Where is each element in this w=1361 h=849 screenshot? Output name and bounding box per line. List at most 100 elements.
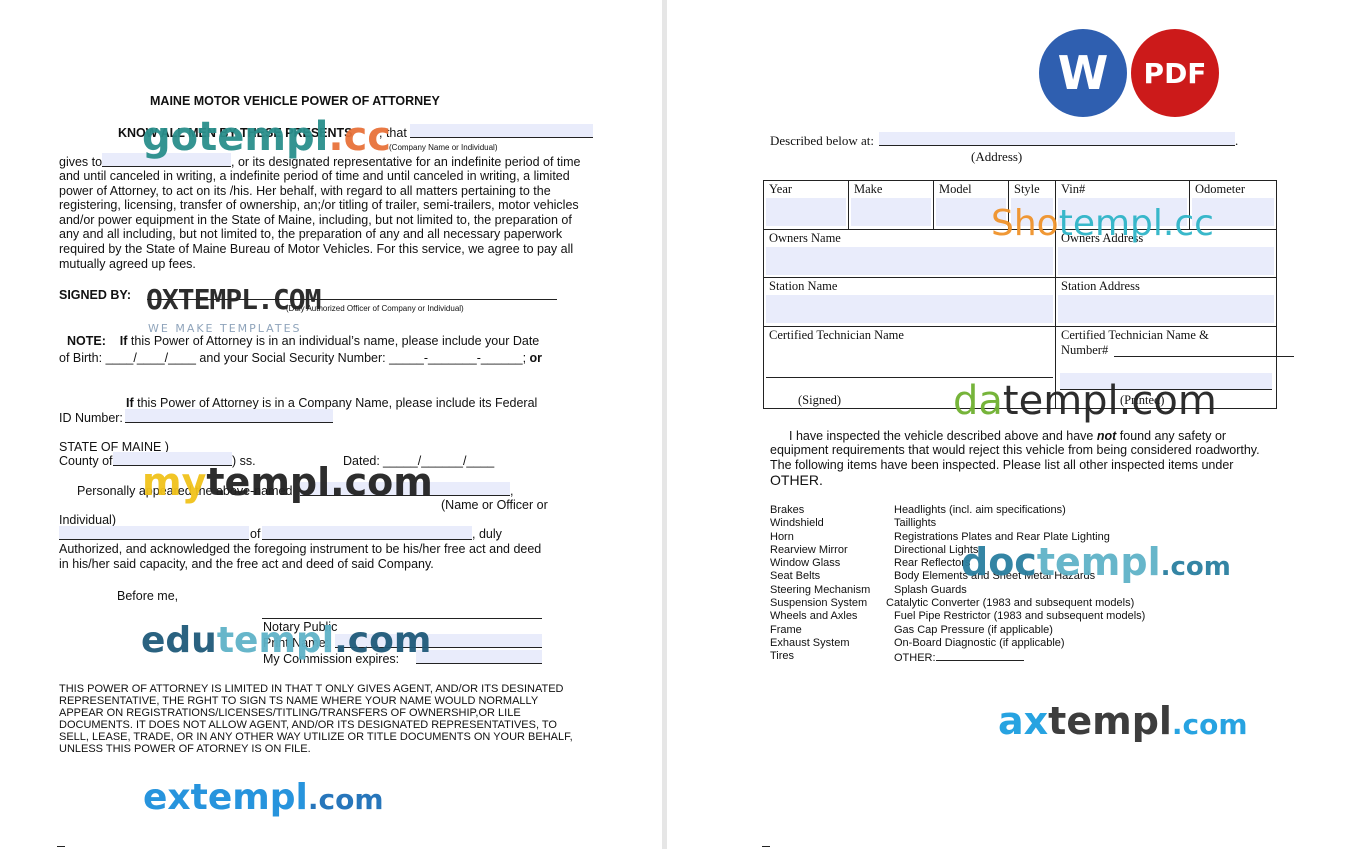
station-address-field[interactable] [1058,295,1274,323]
left-document-page: MAINE MOTOR VEHICLE POWER OF ATTORNEY KN… [0,0,662,849]
checklist-item: Taillights [894,517,937,530]
disclaimer-line: APPEAR ON REGISTRATIONS/LICENSES/TITLING… [59,707,521,719]
dob-ssn-line: of Birth: ____/____/____ and your Social… [59,351,542,366]
owners-address-field[interactable] [1058,247,1274,275]
col-vin: Vin# [1061,182,1086,196]
poa-body-text: and until canceled in writing, a indefin… [59,169,579,271]
checklist-item: On-Board Diagnostic (if applicable) [894,636,1065,649]
document-title: MAINE MOTOR VEHICLE POWER OF ATTORNEY [150,94,440,108]
right-document-page: W PDF Described below at: . (Address) Ye… [667,0,1361,849]
checklist-item: Seat Belts [770,570,821,583]
checklist-item: Fuel Pipe Restrictor (1983 and subsequen… [894,610,1146,623]
company-name-hint: (Company Name or Individual) [389,143,498,152]
station-name-label: Station Name [769,279,838,293]
checklist-item: Rearview Mirror [770,543,848,556]
company-text: this Power of Attorney is in a Company N… [137,396,538,410]
notary-signature-line[interactable] [262,618,542,619]
inspection-line-3: The following items have been inspected.… [770,458,1234,472]
col-style: Style [1014,182,1040,196]
body-line: power of Attorney, to act on its /his. H… [59,183,551,198]
pdf-badge-icon[interactable]: PDF [1131,29,1219,117]
page-mark [57,846,65,847]
body-line: and/or power equipment in the State of M… [59,212,572,227]
word-badge-icon[interactable]: W [1039,29,1127,117]
checklist-item: Frame [770,623,802,636]
address-field[interactable] [879,132,1235,146]
company-if: If [126,396,134,410]
col-make: Make [854,182,883,196]
year-field[interactable] [766,198,846,226]
ack-line: Authorized, and acknowledged the foregoi… [59,542,542,556]
doctempl-watermark: doctempl.com [961,540,1231,584]
tech-name-label: Certified Technician Name [769,328,904,342]
station-address-label: Station Address [1061,279,1140,293]
company-name-field[interactable] [410,124,593,138]
checklist-item: Tires [770,650,795,663]
note-line: NOTE: If this Power of Attorney is in an… [67,334,539,349]
checklist-item: Wheels and Axles [770,610,858,623]
inspection-line-2: equipment requirements that would reject… [770,443,1260,457]
checklist-item: Splash Guards [894,583,967,596]
checklist-item: Exhaust System [770,636,850,649]
commission-field[interactable] [416,650,542,664]
disclaimer-line: DOCUMENTS. IT DOES NOT ALLOW AGENT, AND/… [59,719,557,731]
checklist-item: Steering Mechanism [770,583,871,596]
ack-line: in his/her said capacity, and the free a… [59,556,434,571]
inspected-items-left: Brakes Windshield Horn Rearview Mirror W… [770,504,870,664]
oxtempl-tagline: WE MAKE TEMPLATES [148,322,302,335]
station-name-field[interactable] [766,295,1053,323]
duly-label: , duly [472,527,502,541]
checklist-item: Headlights (incl. aim specifications) [894,504,1066,516]
other-field[interactable] [935,650,1024,662]
note-text: this Power of Attorney is in an individu… [130,334,540,348]
id-number-label: ID Number: [59,411,123,425]
inspection-line-1: I have inspected the vehicle described a… [789,429,1227,443]
checklist-item: Gas Cap Pressure (if applicable) [894,623,1053,636]
described-label: Described below at: [770,133,874,148]
name-officer-hint: (Name or Officer or [441,498,548,512]
ssn-blanks[interactable]: _____-_______-______; [389,351,526,365]
body-line: mutually agreed up fees. [59,256,196,271]
disclaimer-line: THIS POWER OF ATTORNEY IS LIMITED IN THA… [59,683,564,695]
tech-name-number-label: Certified Technician Name & Number# [1061,328,1209,357]
body-line: any and all including, but not limited t… [59,227,563,242]
disclaimer-line: SELL, LEASE, TRADE, OR IN ANY OTHER WAY … [59,731,573,743]
mytempl-watermark: mytempl.com [142,460,433,504]
edutempl-watermark: edutempl.com [141,620,432,661]
checklist-item: Catalytic Converter (1983 and subsequent… [886,597,1135,610]
page-mark [762,846,770,847]
officer-name-field[interactable] [59,526,249,540]
col-model: Model [939,182,972,196]
checklist-item: Window Glass [770,557,841,570]
county-of-label: County of [59,454,113,468]
federal-id-field[interactable] [125,409,333,423]
col-year: Year [769,182,793,196]
dob-blanks[interactable]: ____/____/____ [106,351,196,365]
note-if: If [119,334,128,348]
gives-to-label: gives to [59,155,103,169]
or-label: or [529,351,543,365]
signed-by-label: SIGNED BY: [59,288,131,302]
col-odometer: Odometer [1195,182,1245,196]
comma: , [510,484,514,498]
described-end: . [1235,133,1239,148]
disclaimer-text: THIS POWER OF ATTORNEY IS LIMITED IN THA… [59,683,573,755]
checklist-item: Windshield [770,517,824,530]
note-label: NOTE: [67,334,106,348]
axtempl-watermark: axtempl.com [998,699,1248,743]
company-of-field[interactable] [262,526,472,540]
before-me: Before me, [117,589,179,603]
disclaimer-line: UNLESS THIS POWER OF ATORNEY IS ON FILE. [59,743,311,755]
tech-number-line[interactable] [1114,356,1294,357]
owners-name-field[interactable] [766,247,1053,275]
checklist-item: Brakes [770,504,805,516]
ssn-label: and your Social Security Number: [199,351,386,365]
body-line: required by the State of Maine Bureau of… [59,241,574,256]
checklist-item: Horn [770,530,794,543]
acknowledgement-text: Authorized, and acknowledged the foregoi… [59,542,541,571]
body-line: registering, licensing, transfer of owne… [59,198,579,213]
oxtempl-watermark: OXTEMPL.COM [146,283,321,316]
make-field[interactable] [851,198,931,226]
dob-label: of Birth: [59,351,103,365]
of-label: of [250,527,261,541]
